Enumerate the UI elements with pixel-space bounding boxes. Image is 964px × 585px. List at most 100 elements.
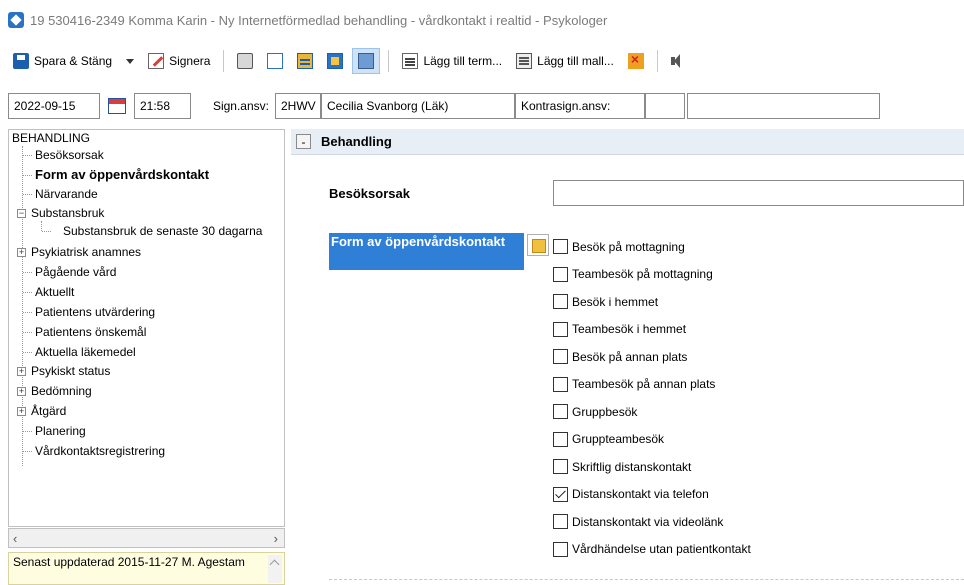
option-checkbox[interactable] bbox=[553, 486, 568, 502]
option-row[interactable]: Teambesök på mottagning bbox=[553, 266, 713, 282]
save-close-button[interactable]: Spara & Stäng bbox=[8, 48, 117, 74]
toolbar-separator bbox=[388, 50, 390, 72]
option-checkbox[interactable] bbox=[553, 376, 568, 392]
note-icon[interactable] bbox=[527, 234, 549, 256]
countersign-name-input[interactable] bbox=[687, 93, 880, 119]
tree-item-current[interactable]: Aktuellt bbox=[35, 284, 74, 300]
scroll-left-icon[interactable]: ‹ bbox=[13, 531, 17, 546]
visit-reason-input[interactable] bbox=[553, 180, 964, 206]
save-icon bbox=[13, 53, 29, 69]
tree-expander-substance[interactable]: − bbox=[17, 209, 26, 218]
window-title: 19 530416-2349 Komma Karin - Ny Internet… bbox=[30, 12, 608, 28]
contact-form-label: Form av öppenvårdskontakt bbox=[329, 233, 524, 270]
tree-expander-psych-anamnesis[interactable]: + bbox=[17, 248, 26, 257]
option-label: Vårdhändelse utan patientkontakt bbox=[572, 542, 751, 556]
option-label: Teambesök i hemmet bbox=[572, 322, 687, 336]
option-label: Teambesök på mottagning bbox=[572, 267, 713, 281]
tree-item-ongoing-care[interactable]: Pågående vård bbox=[35, 264, 116, 280]
countersign-code-input[interactable] bbox=[645, 93, 685, 119]
grid-view-button[interactable] bbox=[352, 48, 381, 74]
option-checkbox[interactable] bbox=[553, 431, 568, 447]
option-row[interactable]: Teambesök på annan plats bbox=[553, 376, 716, 392]
pencil-icon bbox=[148, 53, 165, 69]
option-row[interactable]: Besök i hemmet bbox=[553, 294, 658, 309]
date-value: 2022-09-15 bbox=[14, 99, 76, 113]
tree-item-visit-reason[interactable]: Besöksorsak bbox=[35, 147, 104, 163]
date-input[interactable]: 2022-09-15 bbox=[8, 93, 100, 119]
tree-item-action[interactable]: Åtgärd bbox=[31, 403, 66, 419]
add-template-button[interactable]: Lägg till mall... bbox=[511, 48, 619, 74]
tree-item-substance-30days[interactable]: Substansbruk de senaste 30 dagarna bbox=[63, 223, 262, 239]
add-template-label: Lägg till mall... bbox=[537, 54, 614, 68]
scroll-right-icon[interactable]: › bbox=[274, 531, 278, 546]
add-term-button[interactable]: Lägg till term... bbox=[397, 48, 507, 74]
document-icon bbox=[267, 53, 284, 69]
option-checkbox[interactable] bbox=[553, 321, 568, 337]
tree-expander-action[interactable]: + bbox=[17, 407, 26, 416]
option-row[interactable]: Distanskontakt via videolänk bbox=[553, 514, 723, 529]
option-row[interactable]: Vårdhändelse utan patientkontakt bbox=[553, 541, 751, 557]
option-checkbox[interactable] bbox=[553, 349, 568, 364]
toolbar-separator bbox=[656, 50, 658, 72]
tree-item-patient-evaluation[interactable]: Patientens utvärdering bbox=[35, 304, 155, 320]
option-row[interactable]: Gruppteambesök bbox=[553, 431, 664, 447]
option-checkbox[interactable] bbox=[553, 239, 568, 254]
tree-root[interactable]: BEHANDLING bbox=[12, 130, 90, 146]
sign-code-value: 2HWV bbox=[281, 99, 316, 113]
countersign-label-box: Kontrasign.ansv: bbox=[515, 93, 645, 119]
sign-code-input[interactable]: 2HWV bbox=[275, 93, 321, 119]
tree-item-assessment[interactable]: Bedömning bbox=[31, 383, 92, 399]
tree-item-present[interactable]: Närvarande bbox=[35, 186, 98, 202]
sign-row: 2022-09-15 21:58 Sign.ansv: 2HWV Cecilia… bbox=[0, 89, 964, 123]
tree-item-current-medication[interactable]: Aktuella läkemedel bbox=[35, 344, 136, 360]
tree-expander-assessment[interactable]: + bbox=[17, 387, 26, 396]
add-term-label: Lägg till term... bbox=[423, 54, 503, 68]
print-button[interactable] bbox=[232, 48, 258, 74]
option-row[interactable]: Besök på mottagning bbox=[553, 239, 685, 254]
option-label: Besök på mottagning bbox=[572, 239, 685, 254]
tree-item-care-registration[interactable]: Vårdkontaktsregistrering bbox=[35, 443, 165, 459]
navigation-tree[interactable]: BEHANDLING Besöksorsak Form av öppenvård… bbox=[8, 129, 285, 527]
option-checkbox[interactable] bbox=[553, 404, 568, 419]
option-row[interactable]: Besök på annan plats bbox=[553, 349, 687, 364]
time-input[interactable]: 21:58 bbox=[134, 93, 191, 119]
option-row[interactable]: Gruppbesök bbox=[553, 404, 637, 419]
delete-button[interactable] bbox=[623, 48, 649, 74]
sign-name-input[interactable]: Cecilia Svanborg (Läk) bbox=[321, 93, 515, 119]
tree-item-psych-status[interactable]: Psykiskt status bbox=[31, 363, 110, 379]
dictation-button[interactable] bbox=[666, 48, 686, 74]
list-view-button[interactable] bbox=[292, 48, 318, 74]
option-row[interactable]: Skriftlig distanskontakt bbox=[553, 459, 691, 474]
save-dropdown-button[interactable] bbox=[121, 48, 139, 74]
tree-horizontal-scrollbar[interactable]: ‹ › bbox=[8, 528, 285, 548]
preview-button[interactable] bbox=[262, 48, 288, 74]
sign-button[interactable]: Signera bbox=[143, 48, 215, 74]
option-checkbox[interactable] bbox=[553, 514, 568, 529]
tree-expander-psych-status[interactable]: + bbox=[17, 367, 26, 376]
option-label: Distanskontakt via videolänk bbox=[572, 514, 724, 529]
toolbar-separator bbox=[223, 50, 225, 72]
calendar-icon[interactable] bbox=[108, 98, 126, 114]
save-close-label: Spara & Stäng bbox=[34, 54, 113, 68]
option-checkbox[interactable] bbox=[553, 541, 568, 557]
tree-item-planning[interactable]: Planering bbox=[35, 423, 86, 439]
tree-item-substance[interactable]: Substansbruk bbox=[31, 205, 104, 221]
section-collapse-button[interactable]: - bbox=[296, 134, 311, 149]
last-updated-text: Senast uppdaterad 2015-11-27 M. Agestam bbox=[13, 555, 245, 569]
panel-view-button[interactable] bbox=[322, 48, 348, 74]
tree-connector bbox=[23, 451, 32, 452]
option-checkbox[interactable] bbox=[553, 459, 568, 474]
option-checkbox[interactable] bbox=[553, 294, 568, 309]
tree-item-psych-anamnesis[interactable]: Psykiatrisk anamnes bbox=[31, 244, 141, 260]
option-row[interactable]: Distanskontakt via telefon bbox=[553, 486, 709, 502]
speaker-icon bbox=[670, 53, 681, 69]
option-label: Teambesök på annan plats bbox=[572, 377, 716, 391]
option-row[interactable]: Teambesök i hemmet bbox=[553, 321, 687, 337]
panel-icon bbox=[327, 53, 344, 69]
tree-item-contact-form[interactable]: Form av öppenvårdskontakt bbox=[35, 167, 209, 183]
note-scroll-up-icon[interactable] bbox=[268, 555, 282, 583]
option-checkbox[interactable] bbox=[553, 266, 568, 282]
tree-connector bbox=[23, 292, 32, 293]
tree-item-patient-wishes[interactable]: Patientens önskemål bbox=[35, 324, 146, 340]
tree-connector bbox=[23, 175, 32, 176]
